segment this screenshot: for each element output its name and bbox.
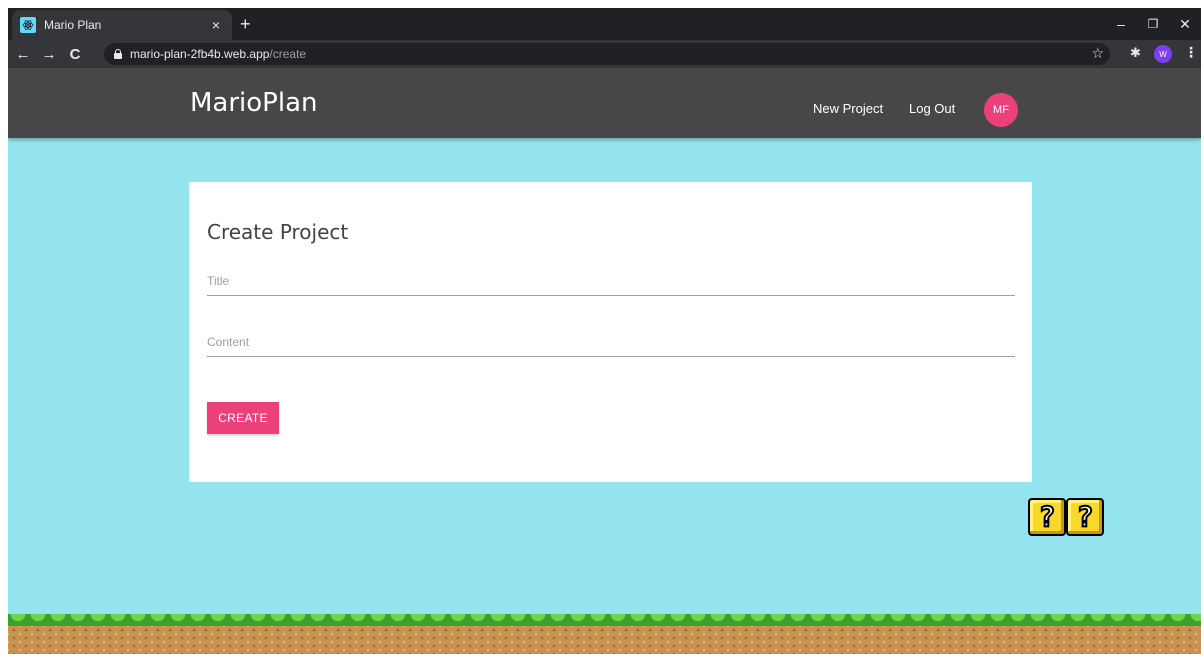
nav-new-project-link[interactable]: New Project (813, 101, 883, 116)
address-bar[interactable]: mario-plan-2fb4b.web.app/create ☆ (104, 43, 1110, 65)
tab-title: Mario Plan (44, 18, 102, 32)
question-mark: ? (1076, 500, 1095, 533)
question-block-icon: ? (1066, 498, 1104, 536)
browser-window: Mario Plan × + – ❐ ✕ ← → C mario-plan-2f… (8, 8, 1201, 654)
extensions-puzzle-icon[interactable]: ✱ (1130, 45, 1141, 61)
question-mark: ? (1038, 500, 1057, 533)
form-heading: Create Project (207, 220, 349, 244)
dirt-ground (8, 626, 1201, 654)
url-host: mario-plan-2fb4b.web.app (130, 47, 270, 61)
forward-button[interactable]: → (38, 43, 60, 65)
restore-button[interactable]: ❐ (1137, 8, 1169, 40)
url-path: /create (269, 47, 307, 61)
title-field (207, 266, 1015, 296)
reload-button[interactable]: C (64, 43, 86, 65)
app-navbar: MarioPlan New Project Log Out MF (8, 68, 1201, 138)
browser-toolbar: ← → C mario-plan-2fb4b.web.app/create ☆ … (8, 40, 1201, 68)
create-project-card: Create Project CREATE (189, 182, 1032, 482)
react-favicon-icon (20, 17, 36, 33)
window-controls: – ❐ ✕ (1105, 8, 1201, 40)
browser-menu-icon[interactable]: ⋮ (1184, 44, 1198, 61)
profile-avatar[interactable]: W (1154, 45, 1172, 63)
close-window-button[interactable]: ✕ (1169, 8, 1201, 40)
create-button[interactable]: CREATE (207, 402, 279, 434)
grass-strip (8, 614, 1201, 626)
nav-log-out-link[interactable]: Log Out (909, 101, 955, 116)
new-tab-button[interactable]: + (240, 15, 251, 33)
bookmark-star-icon[interactable]: ☆ (1091, 45, 1104, 62)
browser-tab[interactable]: Mario Plan × (12, 10, 232, 40)
tab-strip: Mario Plan × + – ❐ ✕ (8, 8, 1201, 40)
content-input[interactable] (207, 327, 1015, 356)
title-input[interactable] (207, 266, 1015, 295)
question-block-icon: ? (1028, 498, 1066, 536)
lock-icon[interactable] (114, 49, 122, 59)
tab-close-icon[interactable]: × (208, 17, 224, 33)
user-avatar[interactable]: MF (984, 93, 1018, 127)
minimize-button[interactable]: – (1105, 8, 1137, 40)
brand-logo[interactable]: MarioPlan (190, 88, 318, 118)
content-field (207, 327, 1015, 357)
back-button[interactable]: ← (12, 43, 34, 65)
